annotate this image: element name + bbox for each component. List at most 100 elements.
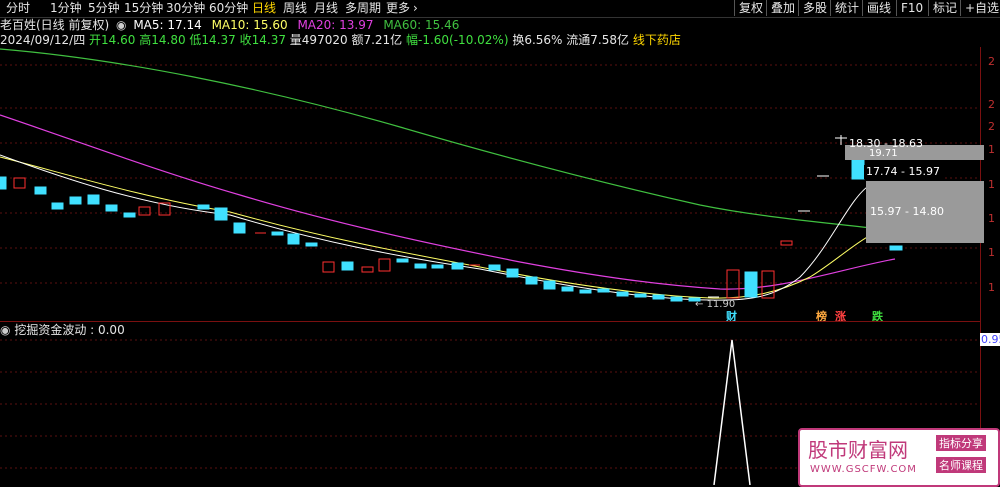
- overlay-button[interactable]: 叠加: [766, 0, 799, 16]
- candle-down: [123, 212, 136, 218]
- candle-down: [525, 276, 538, 285]
- tab-multi-period[interactable]: 多周期: [345, 1, 381, 16]
- quote-row: 2024/09/12/四 开14.60 高14.80 低14.37 收14.37…: [0, 33, 681, 47]
- watermark-url: WWW.GSCFW.COM: [810, 464, 917, 475]
- candle-down: [214, 207, 228, 221]
- candle-up: [726, 269, 740, 299]
- period-toolbar: 分时 1分钟 5分钟 15分钟 30分钟 60分钟 日线 周线 月线 多周期 更…: [0, 0, 1000, 18]
- candle-up: [378, 258, 391, 272]
- quote-low: 低14.37: [189, 33, 236, 47]
- scale-label: 2: [988, 120, 995, 133]
- quote-high: 高14.80: [139, 33, 186, 47]
- draw-line-button[interactable]: 画线: [862, 0, 895, 16]
- indicator-scale-top: 0.95: [980, 333, 1000, 346]
- candle-down: [341, 261, 354, 271]
- scale-label: 1: [988, 246, 995, 259]
- ma20-value: MA20: 13.97: [297, 18, 374, 32]
- tab-1min[interactable]: 1分钟: [50, 1, 82, 16]
- quote-amount: 额7.21亿: [351, 33, 403, 47]
- candle-down: [431, 264, 444, 269]
- candle-down: [197, 204, 210, 210]
- price-box-2[interactable]: 17.74 - 15.97: [864, 165, 984, 205]
- ma60-line: [0, 48, 881, 230]
- price-box-1[interactable]: 18.30 - 18.63 19.71: [845, 137, 984, 160]
- scale-label: 2: [988, 98, 995, 111]
- ma5-value: MA5: 17.14: [133, 18, 202, 32]
- settings-circle-icon[interactable]: ◉: [116, 18, 126, 32]
- scale-label: 2: [988, 55, 995, 68]
- candle-down: [87, 194, 100, 205]
- tab-monthly[interactable]: 月线: [314, 1, 338, 16]
- quote-date: 2024/09/12/四: [0, 33, 86, 47]
- gridlines: [0, 64, 980, 284]
- quote-turnover: 换6.56%: [512, 33, 563, 47]
- candle-down: [34, 186, 47, 195]
- candle-down: [451, 262, 464, 270]
- candle-down: [597, 288, 610, 293]
- candle-down: [396, 258, 409, 263]
- tab-weekly[interactable]: 周线: [283, 1, 307, 16]
- multi-stock-button[interactable]: 多股: [798, 0, 831, 16]
- ma5-line: [0, 154, 896, 301]
- indicator-spike: [713, 339, 751, 485]
- watermark-logo: 股市财富网 指标分享 名师课程 WWW.GSCFW.COM: [798, 428, 1000, 487]
- quote-float: 流通7.58亿: [566, 33, 630, 47]
- quote-close: 收14.37: [239, 33, 286, 47]
- watermark-tag1: 指标分享: [936, 435, 986, 451]
- tab-15min[interactable]: 15分钟: [124, 1, 163, 16]
- mark-button[interactable]: 标记: [928, 0, 961, 16]
- right-axis-line: [980, 47, 981, 485]
- candle-down: [287, 233, 300, 245]
- quote-volume: 量497020: [289, 33, 348, 47]
- quote-open: 开14.60: [89, 33, 136, 47]
- candle-up: [361, 266, 374, 273]
- candle-down: [579, 289, 592, 294]
- adjust-button[interactable]: 复权: [734, 0, 767, 16]
- tab-more[interactable]: 更多: [386, 1, 410, 16]
- candle-down: [51, 202, 64, 210]
- candle-up: [13, 177, 26, 189]
- tab-60min[interactable]: 60分钟: [209, 1, 248, 16]
- ma10-value: MA10: 15.60: [211, 18, 288, 32]
- scale-label: 1: [988, 143, 995, 156]
- chevron-right-icon[interactable]: ›: [413, 1, 418, 16]
- candle-down: [634, 293, 647, 298]
- candle-up: [138, 206, 151, 216]
- candles: [0, 135, 903, 302]
- price-box-3[interactable]: 15.97 - 14.80: [866, 205, 984, 243]
- candle-down: [561, 286, 574, 292]
- candle-down: [652, 294, 665, 300]
- scale-label: 1: [988, 178, 995, 191]
- candle-down: [414, 263, 427, 269]
- scale-label: 1: [988, 212, 995, 225]
- candle-down: [506, 268, 519, 278]
- candle-down: [233, 222, 246, 234]
- candlestick-chart[interactable]: [0, 47, 980, 321]
- candle-down: [744, 271, 758, 298]
- candle-down: [0, 176, 7, 190]
- tab-daily[interactable]: 日线: [252, 1, 276, 16]
- candle-down: [670, 296, 683, 302]
- candle-down: [305, 242, 318, 247]
- ma-legend-row: 老百姓(日线 前复权) ◉ MA5: 17.14 MA10: 15.60 MA2…: [0, 18, 459, 32]
- f10-button[interactable]: F10: [896, 0, 927, 16]
- quote-concept: 线下药店: [632, 33, 681, 47]
- ma60-value: MA60: 15.46: [383, 18, 460, 32]
- candle-up: [780, 240, 793, 246]
- scale-label: 1: [988, 281, 995, 294]
- candle-down: [616, 291, 629, 297]
- candle-down: [851, 157, 865, 180]
- stats-button[interactable]: 统计: [830, 0, 863, 16]
- candle-down: [889, 245, 903, 251]
- candle-down: [543, 280, 556, 290]
- candle-up: [322, 261, 335, 273]
- tab-5min[interactable]: 5分钟: [88, 1, 120, 16]
- candle-down: [271, 231, 284, 236]
- candle-down: [69, 196, 82, 205]
- stock-title: 老百姓(日线 前复权): [0, 18, 110, 32]
- tab-intraday[interactable]: 分时: [6, 1, 30, 16]
- add-watchlist-button[interactable]: +自选: [960, 0, 1000, 16]
- tab-30min[interactable]: 30分钟: [166, 1, 205, 16]
- quote-change: 幅-1.60(-10.02%): [406, 33, 509, 47]
- watermark-brand: 股市财富网: [808, 438, 908, 462]
